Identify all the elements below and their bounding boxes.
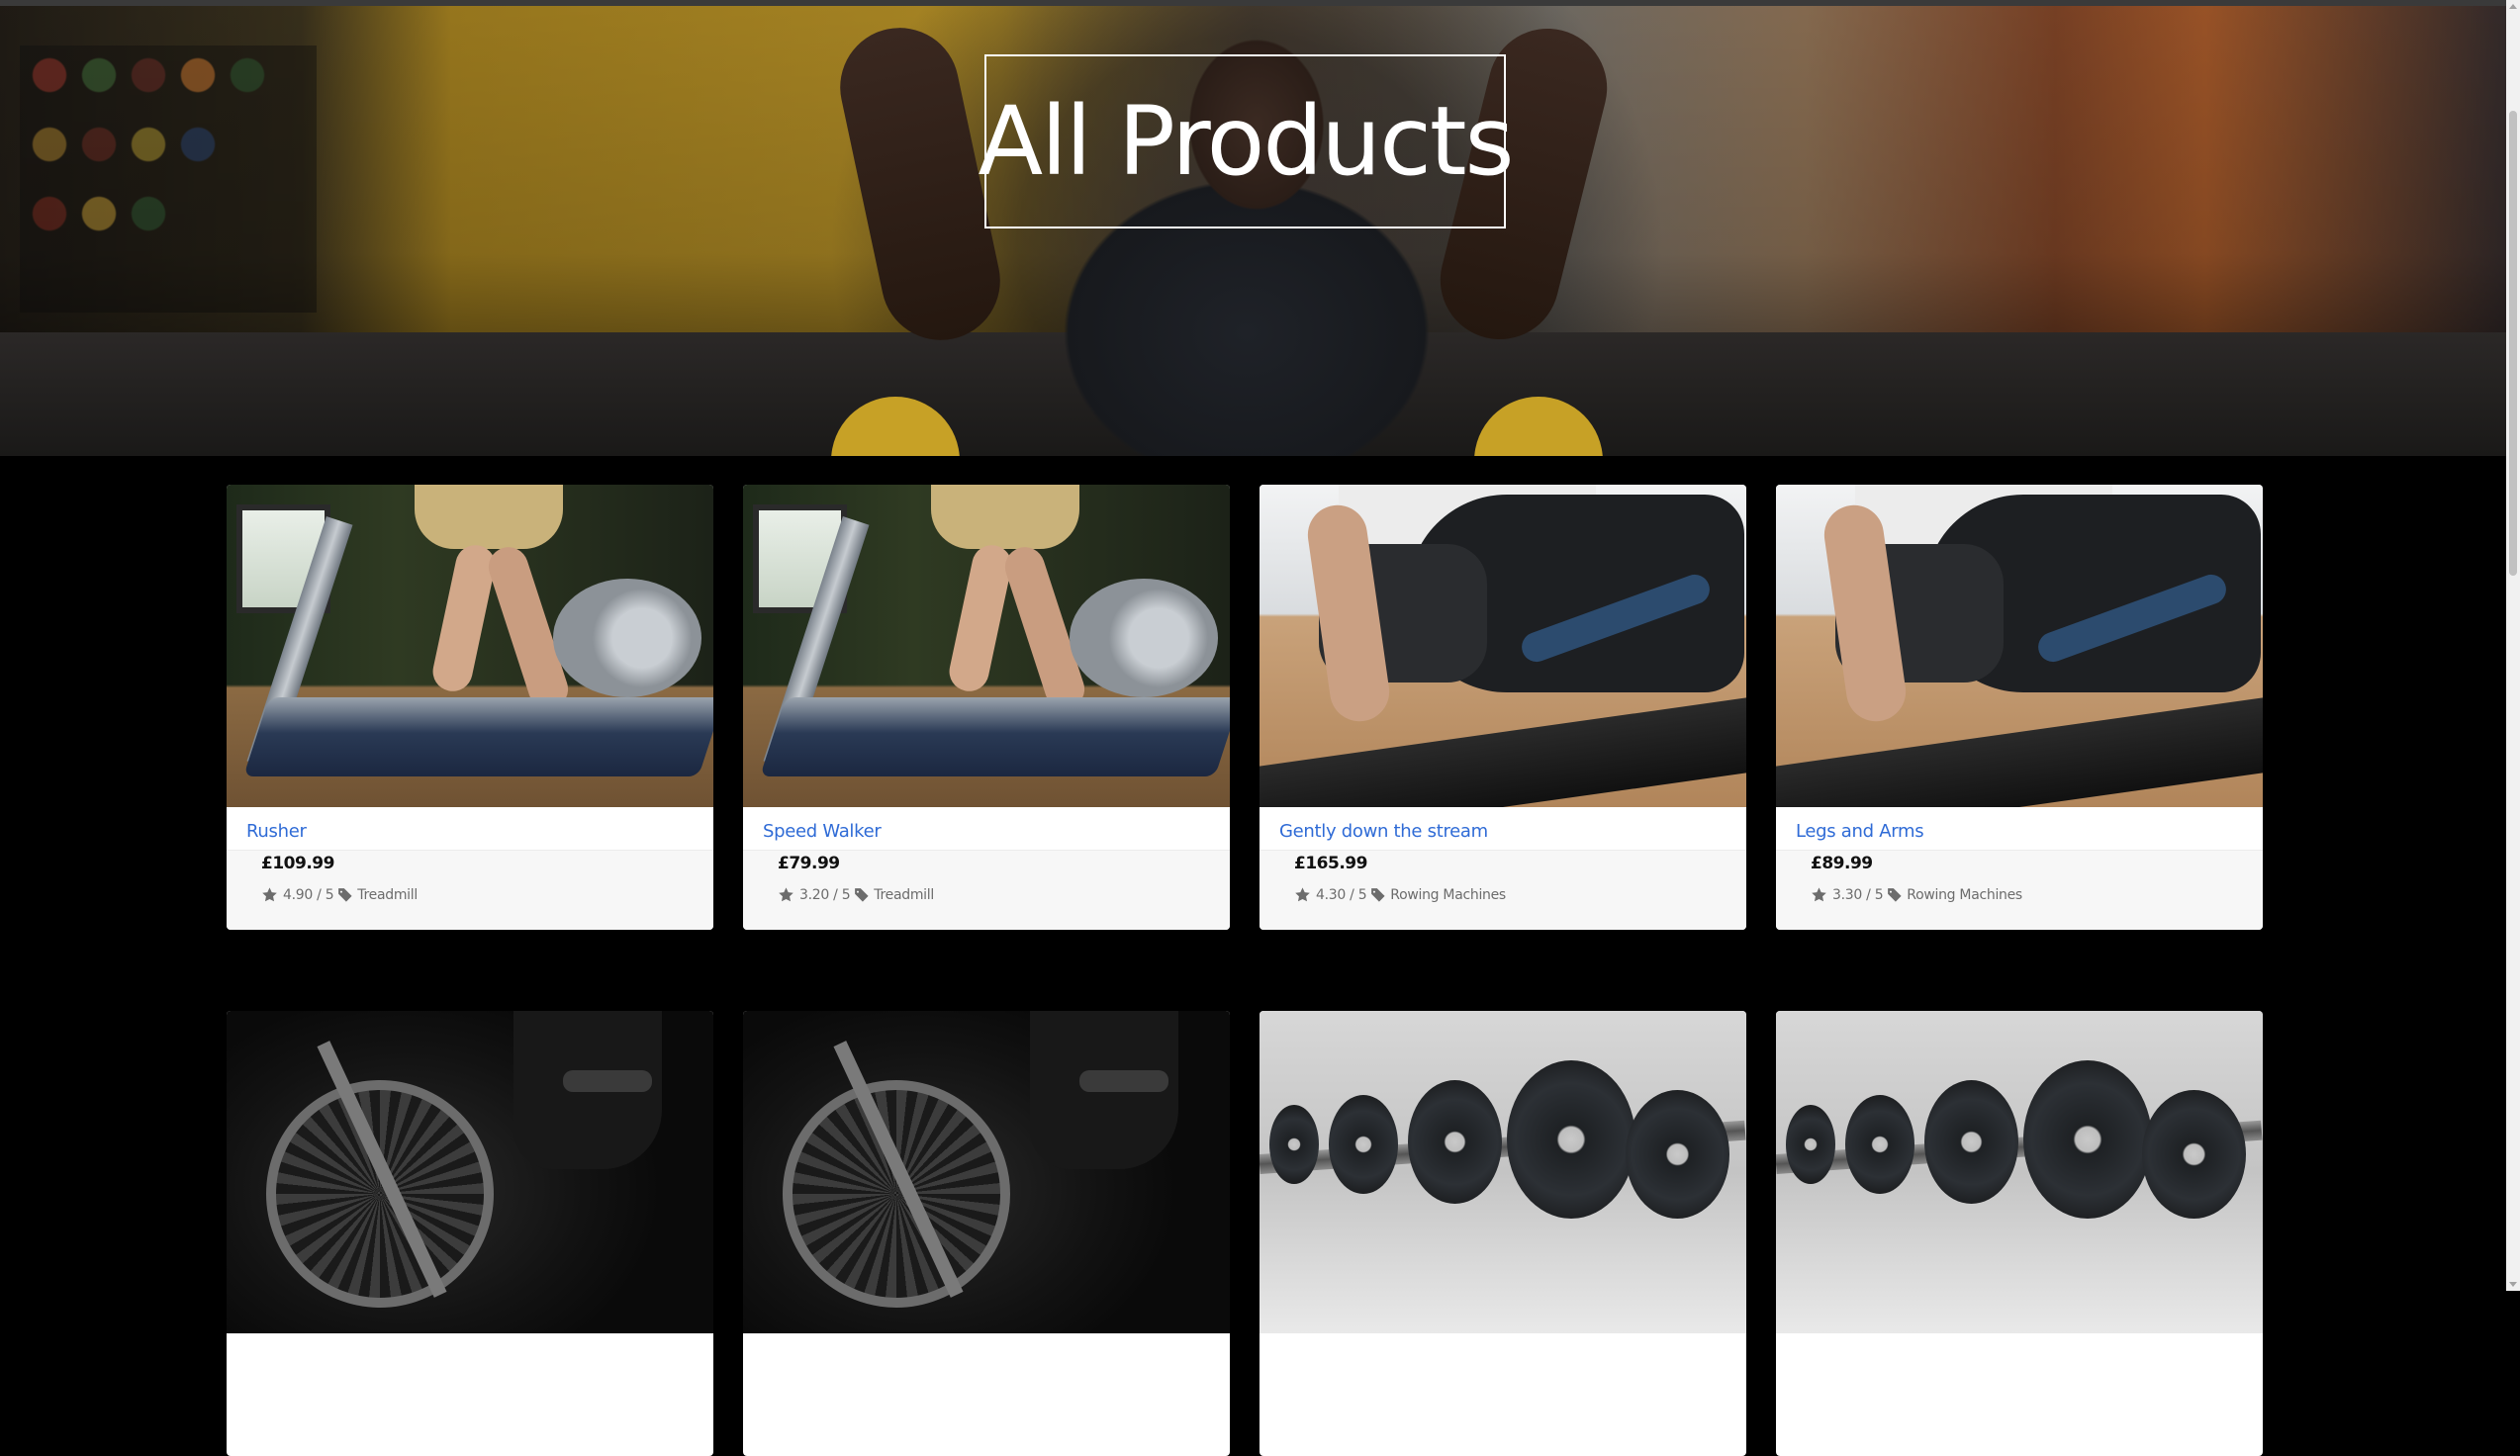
bike-seat [563,1070,652,1092]
star-icon [1812,887,1826,902]
product-name-link[interactable]: Rusher [246,821,307,842]
scroll-up-arrow-icon[interactable] [2509,4,2517,9]
runner-shorts [415,485,563,549]
treadmill-console [1070,579,1218,697]
bike-seat [1079,1070,1168,1092]
runner-shorts [931,485,1079,549]
star-icon [1295,887,1310,902]
product-image-dumbbells[interactable] [1260,1011,1746,1333]
dumbbell-plate [1269,1105,1319,1184]
product-meta: 3.30 / 5 Rowing Machines [1811,886,2022,903]
product-meta: 4.30 / 5 Rowing Machines [1294,886,1506,903]
dumbbell-plate [1786,1105,1835,1184]
rowing-base [1260,697,1746,807]
dumbbell-plate [1329,1095,1398,1194]
product-image-dumbbells[interactable] [1776,1011,2263,1333]
treadmill-console [553,579,701,697]
product-card[interactable]: Legs and Arms £89.99 3.30 / 5 Rowing Mac… [1776,485,2263,930]
product-card-body: Speed Walker £79.99 3.20 / 5 Treadmill [743,807,1230,930]
product-card[interactable]: Speed Walker £79.99 3.20 / 5 Treadmill [743,485,1230,930]
star-icon [779,887,793,902]
scroll-down-arrow-icon[interactable] [2509,1282,2517,1287]
product-name-link[interactable]: Speed Walker [763,821,882,842]
product-name-link[interactable]: Legs and Arms [1796,821,1924,842]
page-title: All Products [978,86,1514,197]
tag-icon [337,888,352,902]
dumbbell-plate [2023,1060,2152,1219]
tag-icon [1887,888,1902,902]
product-card[interactable] [743,1011,1230,1456]
product-image-air-bike[interactable] [227,1011,713,1333]
product-meta: 3.20 / 5 Treadmill [778,886,934,903]
dumbbell-plate [1626,1090,1729,1219]
product-category[interactable]: Treadmill [357,887,418,903]
product-rating: 4.30 / 5 [1316,886,1367,903]
product-card[interactable]: Rusher £109.99 4.90 / 5 Treadmill [227,485,713,930]
dumbbell-plate [1924,1080,2018,1204]
product-card-footer: £109.99 4.90 / 5 Treadmill [227,850,713,930]
product-image-air-bike[interactable] [743,1011,1230,1333]
product-price: £165.99 [1294,854,1367,873]
product-image-treadmill[interactable] [227,485,713,807]
product-card[interactable]: Gently down the stream £165.99 4.30 / 5 … [1260,485,1746,930]
product-card-footer: £165.99 4.30 / 5 Rowing Machines [1260,850,1746,930]
product-price: £79.99 [778,854,840,873]
product-category[interactable]: Rowing Machines [1390,887,1506,903]
treadmill-deck [243,697,713,776]
scrollbar-thumb[interactable] [2509,111,2517,576]
product-price: £89.99 [1811,854,1873,873]
dumbbell-plate [1408,1080,1502,1204]
bike-fan-wheel [783,1080,1010,1308]
product-category[interactable]: Treadmill [874,887,934,903]
product-rating: 4.90 / 5 [283,886,334,903]
hero-banner: All Products [0,6,2506,456]
vertical-scrollbar[interactable] [2506,0,2520,1291]
product-card-footer: £79.99 3.20 / 5 Treadmill [743,850,1230,930]
star-icon [262,887,277,902]
product-image-rowing-machine[interactable] [1260,485,1746,807]
product-card-body: Rusher £109.99 4.90 / 5 Treadmill [227,807,713,930]
product-card[interactable] [1776,1011,2263,1456]
product-card[interactable] [227,1011,713,1456]
product-card-footer: £89.99 3.30 / 5 Rowing Machines [1776,850,2263,930]
product-rating: 3.30 / 5 [1832,886,1884,903]
dumbbell-plate [2142,1090,2246,1219]
product-image-treadmill[interactable] [743,485,1230,807]
tag-icon [1370,888,1385,902]
product-image-rowing-machine[interactable] [1776,485,2263,807]
product-rating: 3.20 / 5 [799,886,851,903]
product-card-body: Legs and Arms £89.99 3.30 / 5 Rowing Mac… [1776,807,2263,930]
dumbbell-plate [1845,1095,1914,1194]
product-card[interactable] [1260,1011,1746,1456]
treadmill-deck [760,697,1230,776]
product-category[interactable]: Rowing Machines [1907,887,2022,903]
tag-icon [854,888,869,902]
dumbbell-plate [1507,1060,1635,1219]
page-title-box: All Products [978,54,1515,228]
rowing-base [1776,697,2263,807]
product-price: £109.99 [261,854,334,873]
product-name-link[interactable]: Gently down the stream [1279,821,1488,842]
product-meta: 4.90 / 5 Treadmill [261,886,418,903]
bike-fan-wheel [266,1080,494,1308]
product-card-body: Gently down the stream £165.99 4.30 / 5 … [1260,807,1746,930]
